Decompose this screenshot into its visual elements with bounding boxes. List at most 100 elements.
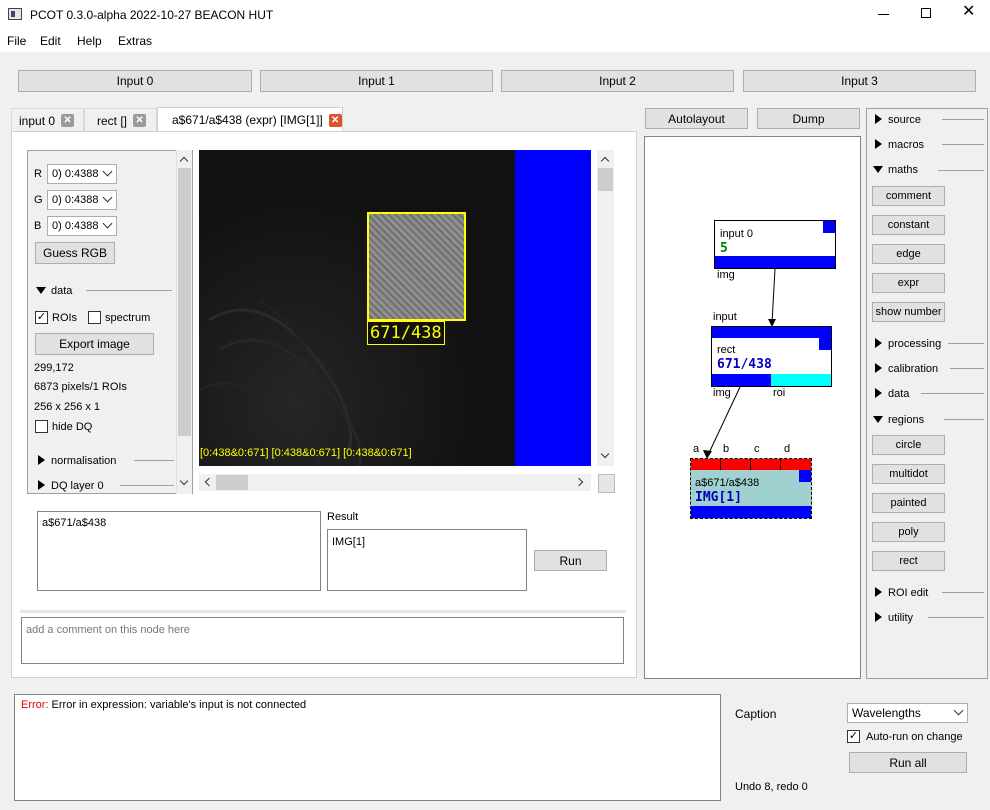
palette-section-processing[interactable]: processing (874, 338, 941, 350)
spectrum-checkbox[interactable] (88, 311, 101, 324)
scroll-up-icon[interactable] (179, 156, 189, 166)
node-input-0[interactable]: input 0 5 (714, 220, 836, 269)
palette-section-regions[interactable]: regions (874, 414, 924, 426)
scroll-thumb[interactable] (178, 168, 191, 436)
tab-close-icon[interactable]: ✕ (133, 114, 147, 127)
channel-g-select[interactable]: 0) 0:4388 (47, 190, 117, 210)
tab-close-icon[interactable]: ✕ (328, 113, 342, 127)
palette-section-source[interactable]: source (874, 114, 921, 126)
node-output-img[interactable] (712, 374, 771, 386)
minimize-icon[interactable] (878, 14, 889, 15)
scroll-up-icon[interactable] (600, 156, 610, 166)
normalisation-label[interactable]: normalisation (51, 455, 116, 467)
scroll-down-icon[interactable] (600, 449, 610, 459)
rois-checkbox[interactable]: ✓ (35, 311, 48, 324)
autorun-checkbox[interactable]: ✓ (847, 730, 860, 743)
node-input-b[interactable] (721, 459, 751, 470)
input-1-button[interactable]: Input 1 (260, 70, 493, 92)
roi-label: 671/438 (367, 321, 445, 345)
palette-item-poly[interactable]: poly (872, 522, 945, 542)
palette-item-rect[interactable]: rect (872, 551, 945, 571)
divider (942, 144, 984, 145)
divider (938, 170, 984, 171)
result-label: Result (327, 511, 359, 523)
node-output-bar[interactable] (691, 506, 811, 518)
node-input-b-label: b (723, 443, 730, 455)
controls-scrollbar[interactable] (176, 150, 192, 494)
image-canvas[interactable]: 671/438 [0:438&0:671] [0:438&0:671] [0:4… (199, 150, 591, 466)
autolayout-button[interactable]: Autolayout (645, 108, 748, 129)
palette-item-comment[interactable]: comment (872, 186, 945, 206)
chevron-down-icon (953, 705, 964, 716)
node-rect[interactable]: rect 671/438 (711, 326, 832, 387)
graph-view[interactable]: input 0 5 img input rect 671/438 img roi… (644, 136, 861, 679)
node-title: input 0 (720, 228, 754, 240)
run-all-button[interactable]: Run all (849, 752, 967, 773)
input-3-button[interactable]: Input 3 (743, 70, 976, 92)
node-expr[interactable]: a$671/a$438 IMG[1] (690, 458, 812, 519)
palette-item-multidot[interactable]: multidot (872, 464, 945, 484)
splitter[interactable] (20, 610, 626, 613)
menu-file[interactable]: File (7, 34, 26, 48)
palette-section-roi-edit[interactable]: ROI edit (874, 587, 928, 599)
scroll-left-icon[interactable] (204, 477, 214, 487)
log-error-prefix: Error: (21, 699, 49, 711)
result-text: IMG[1] (332, 536, 366, 548)
node-output-roi[interactable] (771, 374, 831, 386)
palette-item-show-number[interactable]: show number (872, 302, 945, 322)
close-icon[interactable]: ✕ (962, 4, 975, 20)
expression-input[interactable]: a$671/a$438 (37, 511, 321, 591)
scroll-right-icon[interactable] (574, 477, 584, 487)
palette-section-utility[interactable]: utility (874, 612, 913, 624)
dq-layer-label[interactable]: DQ layer 0 (51, 480, 104, 492)
input-0-button[interactable]: Input 0 (18, 70, 252, 92)
tab-expr[interactable]: a$671/a$438 (expr) [IMG[1]] ✕ (157, 107, 343, 132)
expand-data-icon[interactable] (36, 287, 46, 294)
palette-item-constant[interactable]: constant (872, 215, 945, 235)
run-button[interactable]: Run (534, 550, 607, 571)
input-2-button[interactable]: Input 2 (501, 70, 734, 92)
tab-close-icon[interactable]: ✕ (61, 114, 75, 127)
palette-item-expr[interactable]: expr (872, 273, 945, 293)
channel-b-select[interactable]: 0) 0:4388 (47, 216, 117, 236)
palette-item-painted[interactable]: painted (872, 493, 945, 513)
export-image-button[interactable]: Export image (35, 333, 154, 355)
palette-item-circle[interactable]: circle (872, 435, 945, 455)
palette-section-data[interactable]: data (874, 388, 909, 400)
node-input-label: input (713, 311, 737, 323)
data-section-label[interactable]: data (51, 285, 72, 297)
node-input-a[interactable] (691, 459, 721, 470)
hide-dq-label: hide DQ (52, 421, 93, 433)
caption-select[interactable]: Wavelengths (847, 703, 968, 723)
comment-input[interactable]: add a comment on this node here (21, 617, 624, 664)
scroll-down-icon[interactable] (179, 476, 189, 486)
guess-rgb-button[interactable]: Guess RGB (35, 242, 115, 264)
tab-rect[interactable]: rect [] ✕ (84, 108, 157, 132)
canvas-vscroll[interactable] (597, 150, 614, 466)
maximize-icon[interactable] (921, 8, 931, 18)
palette-section-maths[interactable]: maths (874, 164, 918, 176)
palette-item-edge[interactable]: edge (872, 244, 945, 264)
expand-dq-layer-icon[interactable] (38, 480, 45, 490)
node-input-c[interactable] (751, 459, 781, 470)
channel-r-select[interactable]: 0) 0:4388 (47, 164, 117, 184)
dump-button[interactable]: Dump (757, 108, 860, 129)
node-output-bar[interactable] (715, 256, 835, 268)
tab-input-0[interactable]: input 0 ✕ (11, 108, 84, 132)
expand-normalisation-icon[interactable] (38, 455, 45, 465)
hide-dq-checkbox[interactable] (35, 420, 48, 433)
scroll-thumb[interactable] (598, 168, 613, 191)
node-input-d[interactable] (781, 459, 811, 470)
menu-extras[interactable]: Extras (118, 34, 152, 48)
roi-rectangle[interactable] (367, 212, 466, 321)
palette-section-calibration[interactable]: calibration (874, 363, 938, 375)
node-input-bar[interactable] (712, 327, 831, 338)
expression-text: a$671/a$438 (42, 517, 107, 529)
scroll-thumb[interactable] (216, 475, 248, 490)
menu-edit[interactable]: Edit (40, 34, 61, 48)
app-icon (8, 8, 22, 20)
canvas-hscroll[interactable] (199, 474, 591, 491)
palette-section-macros[interactable]: macros (874, 139, 924, 151)
menu-help[interactable]: Help (77, 34, 102, 48)
log-output: Error: Error in expression: variable's i… (14, 694, 721, 801)
